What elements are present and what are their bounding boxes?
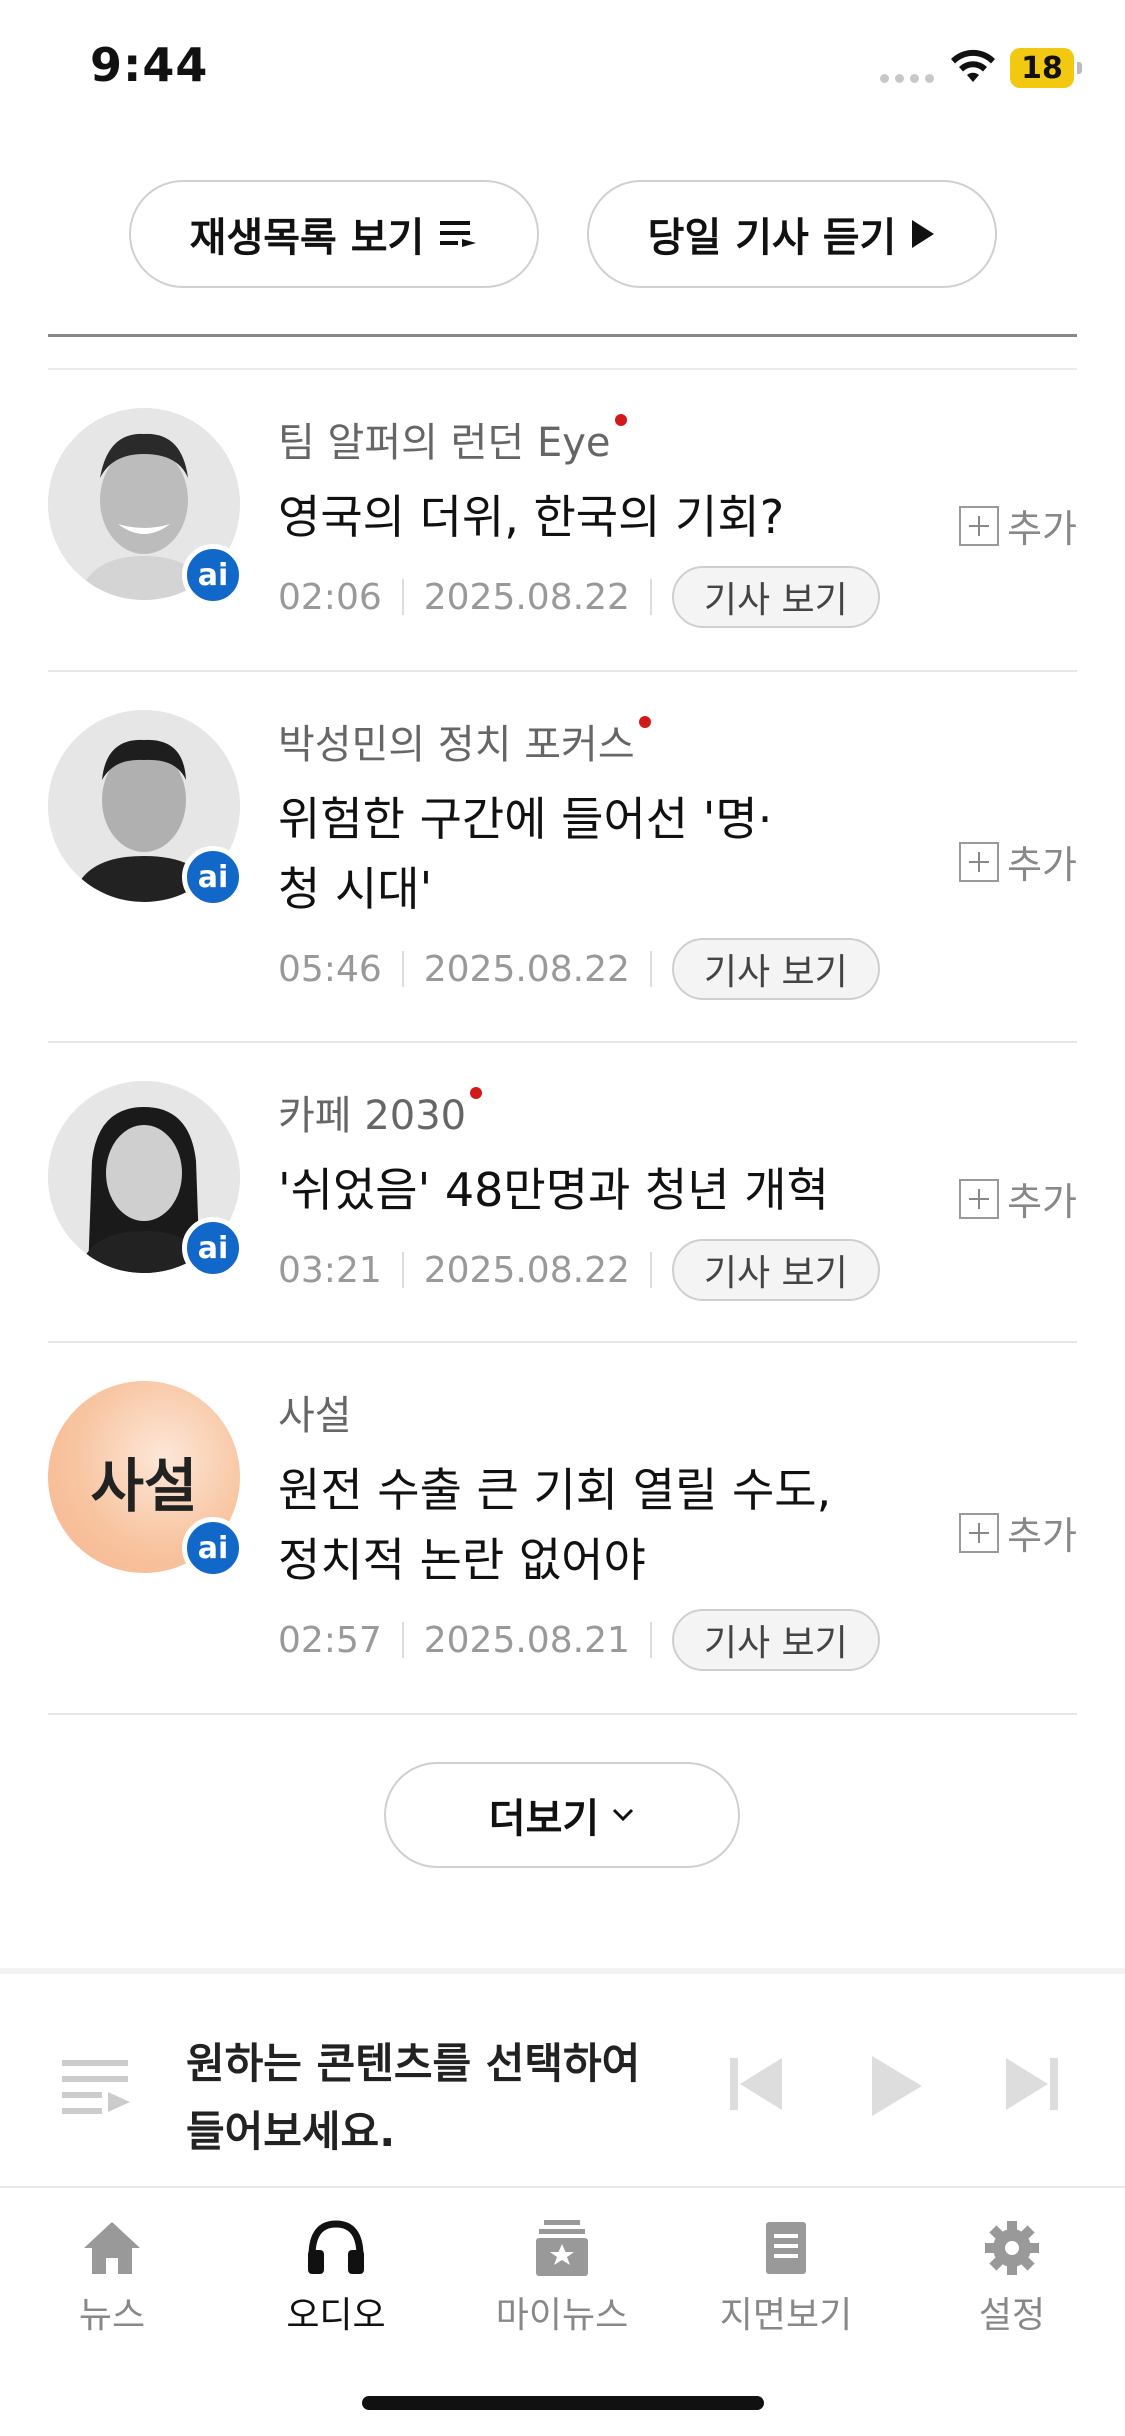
previous-track-icon[interactable]	[726, 2054, 786, 2114]
battery-level: 18	[1021, 50, 1063, 86]
duration: 05:46	[278, 948, 382, 990]
tab-settings[interactable]: 설정	[932, 2220, 1092, 2338]
section-divider	[48, 334, 1077, 337]
battery-icon: 18	[1010, 48, 1082, 88]
add-label: 추가	[1007, 1514, 1077, 1558]
date: 2025.08.22	[423, 576, 630, 618]
mini-player: 원하는 콘텐츠를 선택하여 들어보세요.	[0, 1968, 1125, 2188]
view-article-button[interactable]: 기사 보기	[671, 1239, 880, 1301]
date: 2025.08.22	[423, 948, 630, 990]
duration: 02:57	[278, 1619, 382, 1661]
duration: 03:21	[278, 1249, 382, 1291]
tab-audio[interactable]: 오디오	[256, 2220, 416, 2338]
tab-paper-view[interactable]: 지면보기	[706, 2220, 866, 2338]
tab-news[interactable]: 뉴스	[32, 2220, 192, 2338]
document-icon	[766, 2222, 806, 2274]
separator	[649, 1622, 652, 1658]
playlist-button[interactable]: 재생목록 보기	[129, 180, 539, 288]
article-title[interactable]: 위험한 구간에 들어선 '명· 청 시대'	[278, 784, 968, 924]
player-message: 원하는 콘텐츠를 선택하여 들어보세요.	[186, 2039, 641, 2156]
separator	[401, 1252, 404, 1288]
new-dot-icon	[614, 414, 627, 426]
plus-box-icon	[959, 1512, 1000, 1553]
tab-my-news[interactable]: 마이뉴스	[482, 2220, 642, 2338]
plus-box-icon	[959, 841, 1000, 882]
editorial-avatar: 사설 ai	[48, 1381, 244, 1579]
add-label: 추가	[1007, 507, 1077, 551]
view-article-button[interactable]: 기사 보기	[671, 938, 880, 1000]
playlist-button-label: 재생목록 보기	[189, 215, 425, 261]
play-button-icon[interactable]	[866, 2054, 926, 2118]
home-indicator	[362, 2396, 764, 2410]
article-title[interactable]: 원전 수출 큰 기회 열릴 수도, 정치적 논란 없어야	[278, 1455, 968, 1595]
tab-label: 설정	[978, 2295, 1046, 2336]
ai-badge: ai	[182, 1217, 244, 1279]
avatar: ai	[48, 710, 244, 908]
tab-label: 지면보기	[719, 2295, 853, 2336]
avatar: ai	[48, 408, 244, 606]
new-dot-icon	[638, 716, 651, 728]
gear-icon	[985, 2221, 1039, 2275]
separator	[401, 951, 404, 987]
status-bar: 9:44 18	[0, 0, 1125, 140]
playlist-icon	[440, 221, 477, 247]
editorial-avatar-text: 사설	[90, 1452, 198, 1520]
date: 2025.08.21	[423, 1619, 630, 1661]
cellular-signal-icon	[880, 74, 934, 83]
avatar: ai	[48, 1081, 244, 1279]
separator	[649, 1252, 652, 1288]
separator	[649, 579, 652, 615]
wifi-icon	[951, 49, 995, 82]
view-article-button[interactable]: 기사 보기	[671, 1609, 880, 1671]
plus-box-icon	[959, 1178, 1000, 1219]
column-name: 팀 알퍼의 런던 Eye	[278, 420, 611, 466]
add-to-playlist-button[interactable]: 추가	[959, 1171, 1077, 1226]
listen-today-label: 당일 기사 듣기	[647, 215, 897, 261]
duration: 02:06	[278, 576, 382, 618]
date: 2025.08.22	[423, 1249, 630, 1291]
add-to-playlist-button[interactable]: 추가	[959, 498, 1077, 553]
list-item[interactable]: ai 박성민의 정치 포커스 위험한 구간에 들어선 '명· 청 시대' 05:…	[48, 672, 1077, 1043]
tab-label: 뉴스	[78, 2295, 146, 2336]
ai-badge: ai	[182, 846, 244, 908]
listen-today-button[interactable]: 당일 기사 듣기	[587, 180, 997, 288]
separator	[401, 579, 404, 615]
tab-label: 오디오	[286, 2295, 386, 2336]
column-name: 박성민의 정치 포커스	[278, 722, 635, 768]
status-time: 9:44	[90, 38, 209, 92]
new-dot-icon	[470, 1087, 483, 1099]
view-article-button[interactable]: 기사 보기	[671, 566, 880, 628]
chevron-down-icon	[613, 1808, 634, 1822]
add-label: 추가	[1007, 1180, 1077, 1224]
tab-label: 마이뉴스	[495, 2295, 629, 2336]
add-to-playlist-button[interactable]: 추가	[959, 834, 1077, 889]
list-item[interactable]: ai 카페 2030 '쉬었음' 48만명과 청년 개혁 03:21 2025.…	[48, 1043, 1077, 1343]
star-box-icon	[536, 2220, 588, 2276]
more-button[interactable]: 더보기	[384, 1762, 740, 1868]
playlist-queue-icon[interactable]	[62, 2056, 132, 2116]
audio-article-list: ai 팀 알퍼의 런던 Eye 영국의 더위, 한국의 기회? 02:06 20…	[48, 370, 1077, 1715]
plus-box-icon	[959, 505, 1000, 546]
article-title[interactable]: 영국의 더위, 한국의 기회?	[278, 482, 968, 552]
add-label: 추가	[1007, 843, 1077, 887]
ai-badge: ai	[182, 544, 244, 606]
list-item[interactable]: 사설 ai 사설 원전 수출 큰 기회 열릴 수도, 정치적 논란 없어야 02…	[48, 1343, 1077, 1715]
separator	[649, 951, 652, 987]
article-title[interactable]: '쉬었음' 48만명과 청년 개혁	[278, 1155, 968, 1225]
play-icon	[912, 220, 935, 248]
ai-badge: ai	[182, 1517, 244, 1579]
next-track-icon[interactable]	[1002, 2054, 1062, 2114]
headphones-icon	[308, 2220, 364, 2274]
separator	[401, 1622, 404, 1658]
more-button-label: 더보기	[488, 1796, 600, 1842]
home-icon	[84, 2222, 140, 2274]
list-item[interactable]: ai 팀 알퍼의 런던 Eye 영국의 더위, 한국의 기회? 02:06 20…	[48, 370, 1077, 672]
column-name: 카페 2030	[278, 1093, 467, 1139]
column-name: 사설	[278, 1393, 352, 1439]
add-to-playlist-button[interactable]: 추가	[959, 1505, 1077, 1560]
